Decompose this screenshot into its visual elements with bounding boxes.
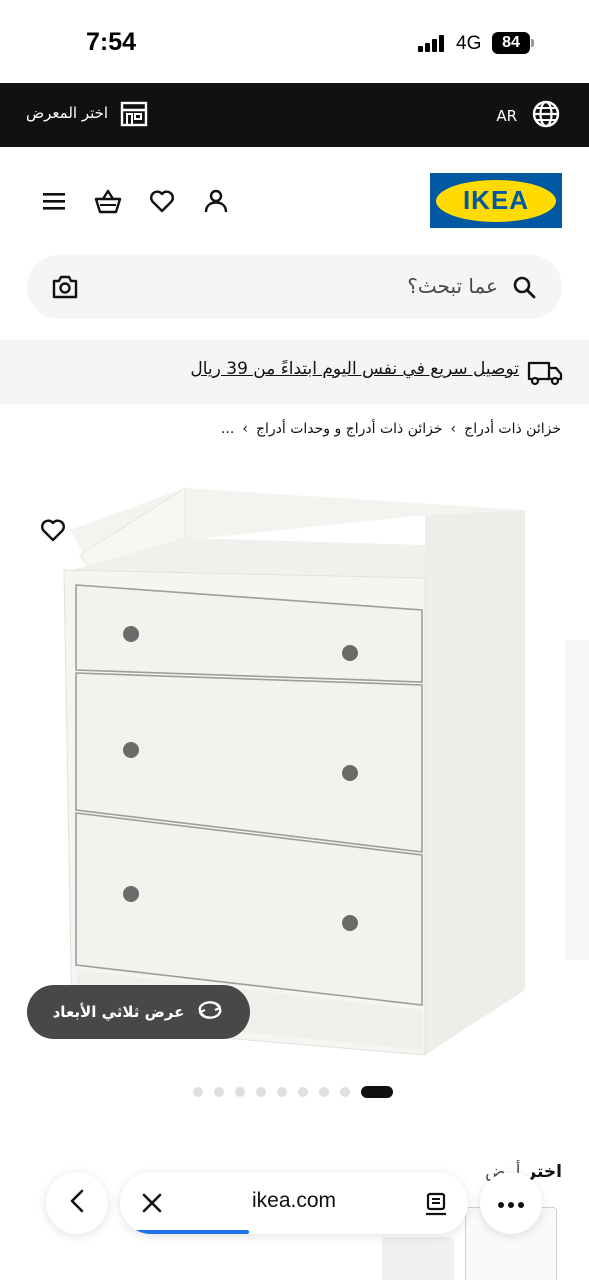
view-3d-button[interactable]: عرض ثلاثي الأبعاد bbox=[27, 985, 250, 1039]
pagination-dot[interactable] bbox=[193, 1087, 203, 1097]
more-button[interactable] bbox=[480, 1172, 542, 1234]
store-picker[interactable]: اختر المعرض bbox=[26, 101, 148, 127]
rotate-3d-icon bbox=[196, 999, 224, 1025]
language-code: AR bbox=[496, 107, 517, 125]
url-text[interactable]: ikea.com bbox=[120, 1189, 468, 1213]
pagination-dot[interactable] bbox=[277, 1087, 287, 1097]
pagination-dot[interactable] bbox=[214, 1087, 224, 1097]
battery-level: 84 bbox=[492, 32, 530, 54]
search-placeholder: عما تبحث؟ bbox=[407, 274, 498, 298]
breadcrumb-separator: › bbox=[450, 421, 457, 437]
image-pagination bbox=[193, 1086, 393, 1098]
user-icon[interactable] bbox=[202, 187, 230, 215]
header-actions bbox=[40, 187, 230, 215]
breadcrumb-item[interactable]: ... bbox=[221, 421, 234, 437]
delivery-text[interactable]: توصيل سريع في نفس اليوم ابتداءً من 39 ري… bbox=[190, 359, 519, 379]
heart-icon[interactable] bbox=[148, 187, 176, 215]
favorite-heart-icon[interactable] bbox=[40, 518, 66, 546]
pagination-dot[interactable] bbox=[319, 1087, 329, 1097]
address-bar[interactable]: ikea.com bbox=[120, 1172, 468, 1234]
pagination-dot[interactable] bbox=[361, 1086, 393, 1098]
pagination-dot[interactable] bbox=[298, 1087, 308, 1097]
page-load-progress bbox=[134, 1230, 249, 1234]
breadcrumb-item[interactable]: خزائن ذات أدراج bbox=[464, 421, 561, 437]
color-swatch[interactable] bbox=[382, 1237, 454, 1280]
reader-icon[interactable] bbox=[424, 1191, 448, 1221]
logo-text: IKEA bbox=[462, 185, 530, 215]
pagination-dot[interactable] bbox=[340, 1087, 350, 1097]
ikea-logo[interactable]: IKEA bbox=[430, 173, 562, 228]
signal-icon bbox=[418, 34, 446, 52]
status-time: 7:54 bbox=[86, 28, 137, 56]
basket-icon[interactable] bbox=[94, 187, 122, 215]
top-bar: اختر المعرض AR bbox=[0, 83, 589, 147]
pagination-dot[interactable] bbox=[256, 1087, 266, 1097]
menu-icon[interactable] bbox=[40, 187, 68, 215]
more-icon bbox=[497, 1194, 525, 1213]
store-icon bbox=[120, 101, 148, 127]
store-picker-label: اختر المعرض bbox=[26, 104, 109, 122]
battery-icon: 84 bbox=[492, 32, 534, 54]
breadcrumb: ... › خزائن ذات أدراج و وحدات أدراج › خز… bbox=[221, 421, 561, 437]
search-bar[interactable]: عما تبحث؟ bbox=[27, 255, 562, 319]
breadcrumb-separator: › bbox=[242, 421, 248, 437]
globe-icon bbox=[531, 99, 561, 133]
product-photo bbox=[63, 487, 589, 1056]
back-icon bbox=[68, 1188, 86, 1218]
language-selector[interactable]: AR bbox=[496, 99, 561, 133]
breadcrumb-item[interactable]: خزائن ذات أدراج و وحدات أدراج bbox=[256, 421, 443, 437]
truck-icon bbox=[527, 360, 563, 390]
delivery-banner[interactable]: توصيل سريع في نفس اليوم ابتداءً من 39 ري… bbox=[0, 340, 589, 404]
back-button[interactable] bbox=[46, 1172, 108, 1234]
camera-icon[interactable] bbox=[51, 274, 79, 304]
site-header: IKEA bbox=[0, 147, 589, 255]
network-type: 4G bbox=[456, 33, 482, 54]
view-3d-label: عرض ثلاثي الأبعاد bbox=[52, 1003, 185, 1021]
status-bar: 7:54 4G 84 bbox=[0, 0, 589, 83]
search-icon[interactable] bbox=[512, 275, 536, 303]
pagination-dot[interactable] bbox=[235, 1087, 245, 1097]
product-image[interactable] bbox=[0, 470, 589, 1070]
